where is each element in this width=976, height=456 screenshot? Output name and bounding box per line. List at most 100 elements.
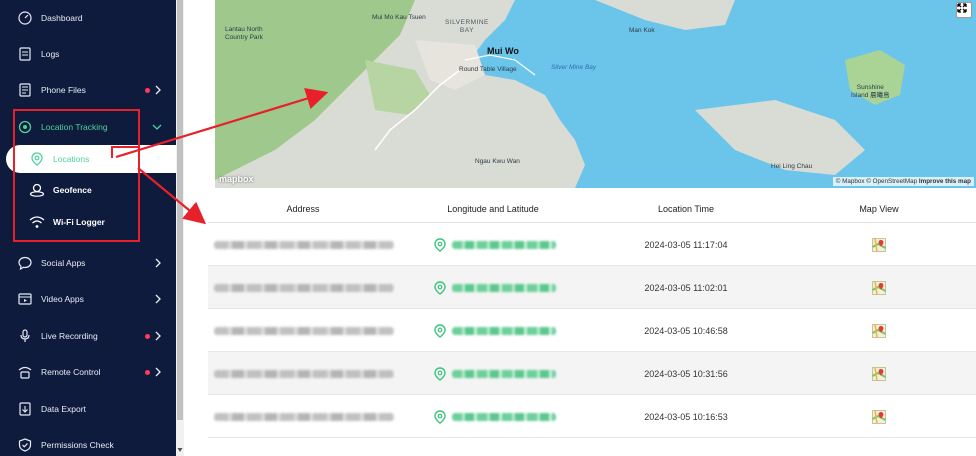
sidebar-item-remote-control[interactable]: Remote Control (0, 354, 176, 390)
map-view-icon[interactable] (872, 237, 886, 252)
blurred-coordinates[interactable] (452, 412, 556, 421)
notification-dot (145, 333, 150, 339)
map-label-round-table-village: Round Table Village (459, 66, 517, 73)
map-view-cell (784, 266, 974, 309)
blurred-coordinates[interactable] (452, 326, 556, 335)
chevron-down-icon (152, 124, 162, 130)
table-row[interactable]: 2024-03-05 11:02:01 (208, 266, 976, 309)
chevron-right-icon (155, 294, 161, 304)
sidebar-item-permissions-check[interactable]: Permissions Check (0, 427, 176, 456)
sidebar-scroll-thumb[interactable] (177, 0, 183, 420)
coordinates-cell (434, 395, 584, 438)
blurred-address (214, 369, 394, 378)
location-pin-icon (434, 237, 446, 252)
sidebar-item-label: Data Export (41, 404, 86, 414)
sidebar-item-data-export[interactable]: Data Export (0, 391, 176, 427)
sidebar-item-phone-files[interactable]: Phone Files (0, 72, 176, 108)
sidebar-item-live-recording[interactable]: Live Recording (0, 318, 176, 354)
map-view-icon[interactable] (872, 409, 886, 424)
blurred-address (214, 412, 394, 421)
map-view-cell (784, 309, 974, 352)
location-time-cell: 2024-03-05 10:16:53 (588, 395, 784, 438)
sidebar-item-video-apps[interactable]: Video Apps (0, 281, 176, 317)
sidebar-item-social-apps[interactable]: Social Apps (0, 245, 176, 281)
blurred-address (214, 240, 394, 249)
sidebar-item-label: Phone Files (41, 85, 86, 95)
data-export-icon (17, 401, 33, 417)
logs-icon (17, 46, 33, 62)
map-label-ngau-kwu-wan: Ngau Kwu Wan (475, 158, 520, 165)
blurred-coordinates[interactable] (452, 369, 556, 378)
notification-dot (145, 369, 150, 375)
table-row[interactable]: 2024-03-05 10:46:58 (208, 309, 976, 352)
map-label-hei-ling-chau: Hei Ling Chau (771, 163, 813, 170)
blurred-coordinates[interactable] (452, 240, 556, 249)
attribution-osm[interactable]: © OpenStreetMap (866, 178, 917, 185)
phone-files-icon (17, 82, 33, 98)
sidebar-item-label: Remote Control (41, 367, 101, 377)
map-label-silver-mine-bay: Silver Mine Bay (551, 64, 597, 71)
map-attribution: © Mapbox © OpenStreetMap Improve this ma… (832, 177, 974, 186)
location-time: 2024-03-05 11:02:01 (644, 282, 728, 293)
map-label-silvermine-bay: SILVERMINE BAY (445, 19, 489, 34)
expand-icon (957, 3, 967, 13)
chevron-right-icon (155, 331, 161, 341)
chevron-right-icon (155, 367, 161, 377)
map-label-mui-wo: Mui Wo (487, 46, 519, 56)
map-view-icon[interactable] (872, 280, 886, 295)
sidebar-item-label: Permissions Check (41, 440, 114, 450)
address-cell (214, 223, 398, 266)
column-header-coordinates: Longitude and Latitude (447, 204, 539, 214)
map-view-cell (784, 352, 974, 395)
scroll-down-arrow-icon[interactable] (177, 446, 183, 454)
annotation-highlight-box (13, 109, 140, 242)
location-time-cell: 2024-03-05 11:02:01 (588, 266, 784, 309)
coordinates-cell (434, 309, 584, 352)
location-time-cell: 2024-03-05 10:46:58 (588, 309, 784, 352)
map-view-cell (784, 223, 974, 266)
coordinates-cell (434, 223, 584, 266)
mapbox-logo[interactable]: mapbox (219, 174, 254, 184)
location-time-cell: 2024-03-05 10:31:56 (588, 352, 784, 395)
location-time: 2024-03-05 10:31:56 (644, 368, 728, 379)
location-time-cell: 2024-03-05 11:17:04 (588, 223, 784, 266)
social-apps-icon (17, 255, 33, 271)
location-time: 2024-03-05 11:17:04 (644, 239, 728, 250)
map-label-lantau: Lantau North Country Park (225, 26, 263, 41)
attribution-mapbox[interactable]: © Mapbox (836, 178, 865, 185)
column-header-map-view: Map View (859, 204, 899, 214)
column-header-address: Address (286, 204, 320, 214)
coordinates-cell (434, 266, 584, 309)
app-root: Dashboard Logs Phone Files Location Trac… (0, 0, 976, 456)
map-label-mui-mo-kau-tsuen: Mui Mo Kau Tsuen (372, 14, 426, 21)
coordinates-cell (434, 352, 584, 395)
sidebar-item-logs[interactable]: Logs (0, 36, 176, 72)
sidebar-item-dashboard[interactable]: Dashboard (0, 0, 176, 36)
map-view-icon[interactable] (872, 366, 886, 381)
notification-dot (145, 87, 150, 93)
map-view-icon[interactable] (872, 323, 886, 338)
chevron-right-icon (155, 85, 161, 95)
location-map[interactable]: Lantau North Country Park Mui Mo Kau Tsu… (215, 0, 976, 188)
map-label-sunshine-island: Sunshine Island 晨曦島 (851, 84, 890, 99)
sidebar-item-label: Live Recording (41, 331, 98, 341)
location-pin-icon (434, 323, 446, 338)
column-header-location-time: Location Time (657, 204, 715, 214)
locations-table-header: Address Longitude and Latitude Location … (208, 195, 976, 223)
location-pin-icon (434, 409, 446, 424)
table-row[interactable]: 2024-03-05 11:17:04 (208, 223, 976, 266)
live-recording-icon (17, 328, 33, 344)
address-cell (214, 266, 398, 309)
table-row[interactable]: 2024-03-05 10:16:53 (208, 395, 976, 438)
map-fullscreen-button[interactable] (956, 2, 972, 18)
chevron-right-icon (155, 258, 161, 268)
blurred-coordinates[interactable] (452, 283, 556, 292)
location-time: 2024-03-05 10:16:53 (644, 411, 728, 422)
remote-control-icon (17, 364, 33, 380)
table-row[interactable]: 2024-03-05 10:31:56 (208, 352, 976, 395)
dashboard-icon (17, 10, 33, 26)
address-cell (214, 395, 398, 438)
blurred-address (214, 283, 394, 292)
improve-map-link[interactable]: Improve this map (919, 178, 971, 185)
location-time: 2024-03-05 10:46:58 (644, 325, 728, 336)
